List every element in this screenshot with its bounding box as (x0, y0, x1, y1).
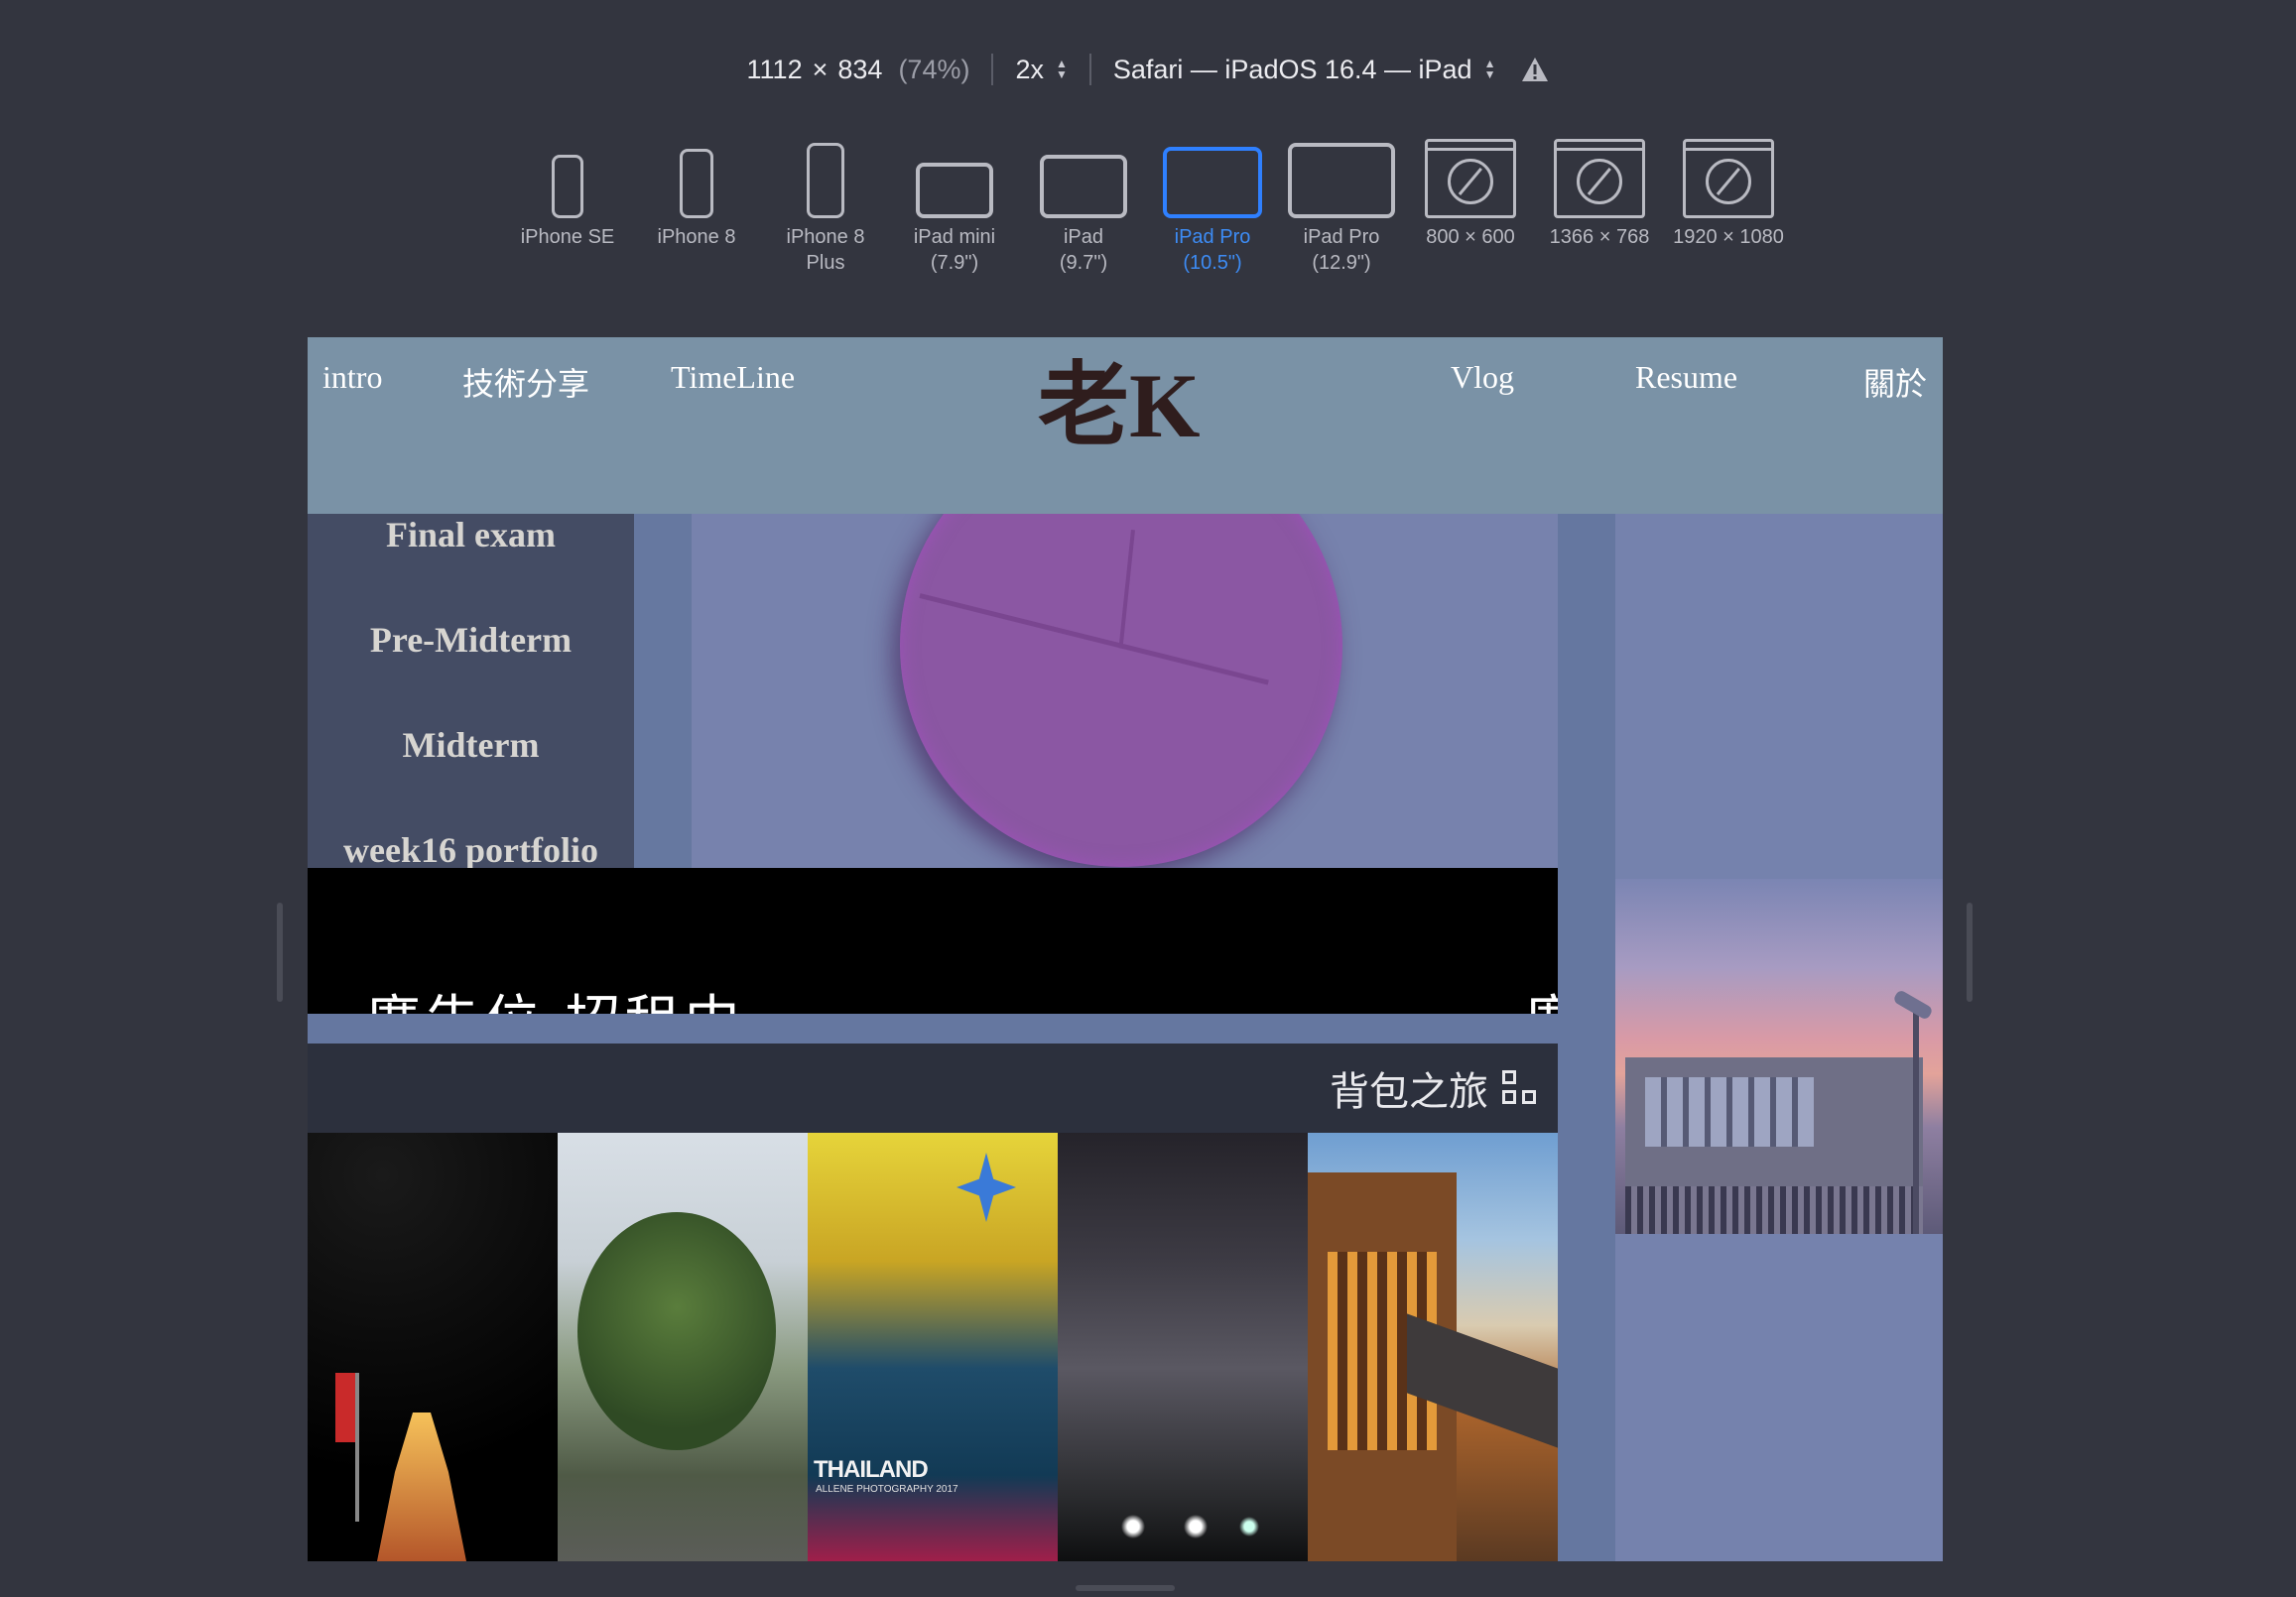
phone-icon (552, 155, 583, 218)
tablet-icon (1163, 147, 1262, 218)
scale-select[interactable]: 2x ▲ ▼ (1015, 55, 1067, 85)
device-label: iPad (9.7") (1059, 226, 1108, 274)
phone-icon (680, 149, 713, 218)
grid-icon[interactable] (1502, 1070, 1538, 1106)
tree-shape (577, 1212, 776, 1450)
device-label: 1920 × 1080 (1673, 226, 1784, 248)
device-ipad[interactable]: iPad (9.7") (1019, 133, 1148, 276)
building-shape (1625, 1057, 1923, 1234)
pixel-art-image (1615, 879, 1943, 1234)
sidebar: Final exam Pre-Midterm Midterm week16 po… (308, 514, 634, 868)
device-iphone-8-plus[interactable]: iPhone 8 Plus (761, 133, 890, 276)
device-label: iPad Pro (10.5") (1174, 226, 1251, 274)
resize-handle-bottom[interactable] (1076, 1585, 1175, 1591)
photo-thailand-neon[interactable]: THAILAND ALLENE PHOTOGRAPHY 2017 (808, 1133, 1058, 1561)
viewport-dimensions[interactable]: 1112 × 834 (74%) (747, 55, 970, 85)
browser-select[interactable]: Safari — iPadOS 16.4 — iPad ▲ ▼ (1113, 55, 1496, 85)
star-sign (957, 1153, 1016, 1222)
right-gutter (1558, 514, 1615, 1561)
photo-tree-street[interactable] (558, 1133, 808, 1561)
sidebar-link-final-exam[interactable]: Final exam (308, 514, 634, 555)
browser-icon (1554, 139, 1645, 218)
divider-strip (308, 1014, 1558, 1044)
device-label: iPhone 8 Plus (786, 226, 865, 274)
photo-sublabel: ALLENE PHOTOGRAPHY 2017 (816, 1484, 958, 1495)
device-1366x768[interactable]: 1366 × 768 (1535, 133, 1664, 276)
section-title: 背包之旅 (1330, 1069, 1488, 1115)
flag-shape (335, 1373, 359, 1522)
photo-night-clocktower[interactable] (308, 1133, 558, 1561)
simulated-viewport[interactable]: intro 技術分享 TimeLine 老K Vlog Resume 關於 Fi… (308, 337, 1943, 1561)
tower-shape (377, 1413, 466, 1561)
device-iphone-se[interactable]: iPhone SE (503, 133, 632, 276)
ad-marquee: 廣告位 招租中 廣 (308, 868, 1558, 1014)
marquee-text-tail: 廣 (1524, 977, 1558, 1014)
tablet-icon (916, 163, 993, 218)
divider (1088, 54, 1091, 85)
nav-timeline[interactable]: TimeLine (671, 359, 795, 396)
tablet-icon (1040, 155, 1127, 218)
device-iphone-8[interactable]: iPhone 8 (632, 133, 761, 276)
device-1920x1080[interactable]: 1920 × 1080 (1664, 133, 1793, 276)
device-800x600[interactable]: 800 × 600 (1406, 133, 1535, 276)
nav-vlog[interactable]: Vlog (1451, 359, 1514, 396)
phone-icon (807, 143, 844, 218)
viewport-height: 834 (837, 54, 883, 84)
compass-icon (1577, 158, 1622, 204)
site-header: intro 技術分享 TimeLine 老K Vlog Resume 關於 (308, 337, 1943, 514)
compass-icon (1706, 158, 1751, 204)
lamp-pole (1913, 1008, 1919, 1234)
warning-icon[interactable] (1521, 57, 1549, 82)
device-ipad-mini[interactable]: iPad mini (7.9") (890, 133, 1019, 276)
sidebar-link-week16[interactable]: week16 portfolio (308, 829, 634, 868)
photo-japanese-house[interactable] (1308, 1133, 1558, 1561)
compass-icon (1448, 158, 1493, 204)
clock-hand (919, 593, 1269, 685)
device-label: 800 × 600 (1426, 226, 1515, 248)
nav-tech[interactable]: 技術分享 (462, 359, 589, 405)
browser-icon (1425, 139, 1516, 218)
hero-clock-area (692, 514, 1558, 868)
sidebar-link-midterm[interactable]: Midterm (308, 724, 634, 766)
zoom-percent: (74%) (898, 54, 970, 84)
section-header: 背包之旅 (308, 1044, 1558, 1133)
sidebar-link-pre-midterm[interactable]: Pre-Midterm (308, 619, 634, 661)
device-presets: iPhone SE iPhone 8 iPhone 8 Plus iPad mi… (0, 133, 2296, 276)
times-sign: × (812, 54, 829, 84)
viewport-width: 1112 (746, 54, 803, 84)
clock-graphic (900, 514, 1342, 867)
device-label: 1366 × 768 (1549, 226, 1650, 248)
up-down-chevron-icon: ▲ ▼ (1056, 57, 1068, 81)
up-down-chevron-icon: ▲ ▼ (1483, 57, 1496, 81)
device-label: iPad mini (7.9") (913, 226, 996, 274)
device-label: iPad Pro (12.9") (1303, 226, 1380, 274)
responsive-toolbar: 1112 × 834 (74%) 2x ▲ ▼ Safari — iPadOS 1… (0, 50, 2296, 89)
marquee-text: 廣告位 招租中 (365, 977, 744, 1014)
device-label: iPhone 8 (657, 226, 736, 248)
site-logo[interactable]: 老K (1038, 337, 1201, 463)
device-label: iPhone SE (520, 226, 615, 248)
device-ipad-pro-10-5[interactable]: iPad Pro (10.5") (1148, 133, 1277, 276)
clock-hand (1118, 530, 1135, 649)
nav-intro[interactable]: intro (322, 359, 382, 396)
divider (991, 54, 994, 85)
browser-value: Safari — iPadOS 16.4 — iPad (1112, 54, 1472, 84)
nav-resume[interactable]: Resume (1635, 359, 1737, 396)
scale-value: 2x (1015, 54, 1044, 84)
photo-label: THAILAND (814, 1456, 929, 1483)
device-ipad-pro-12-9[interactable]: iPad Pro (12.9") (1277, 133, 1406, 276)
tablet-icon (1288, 143, 1395, 218)
resize-handle-right[interactable] (1967, 903, 1973, 1002)
browser-icon (1683, 139, 1774, 218)
photo-gallery: THAILAND ALLENE PHOTOGRAPHY 2017 (308, 1133, 1558, 1561)
photo-night-sky[interactable] (1058, 1133, 1308, 1561)
nav-about[interactable]: 關於 (1863, 359, 1927, 405)
resize-handle-left[interactable] (277, 903, 283, 1002)
gutter (634, 514, 692, 868)
city-lights (1097, 1512, 1276, 1541)
